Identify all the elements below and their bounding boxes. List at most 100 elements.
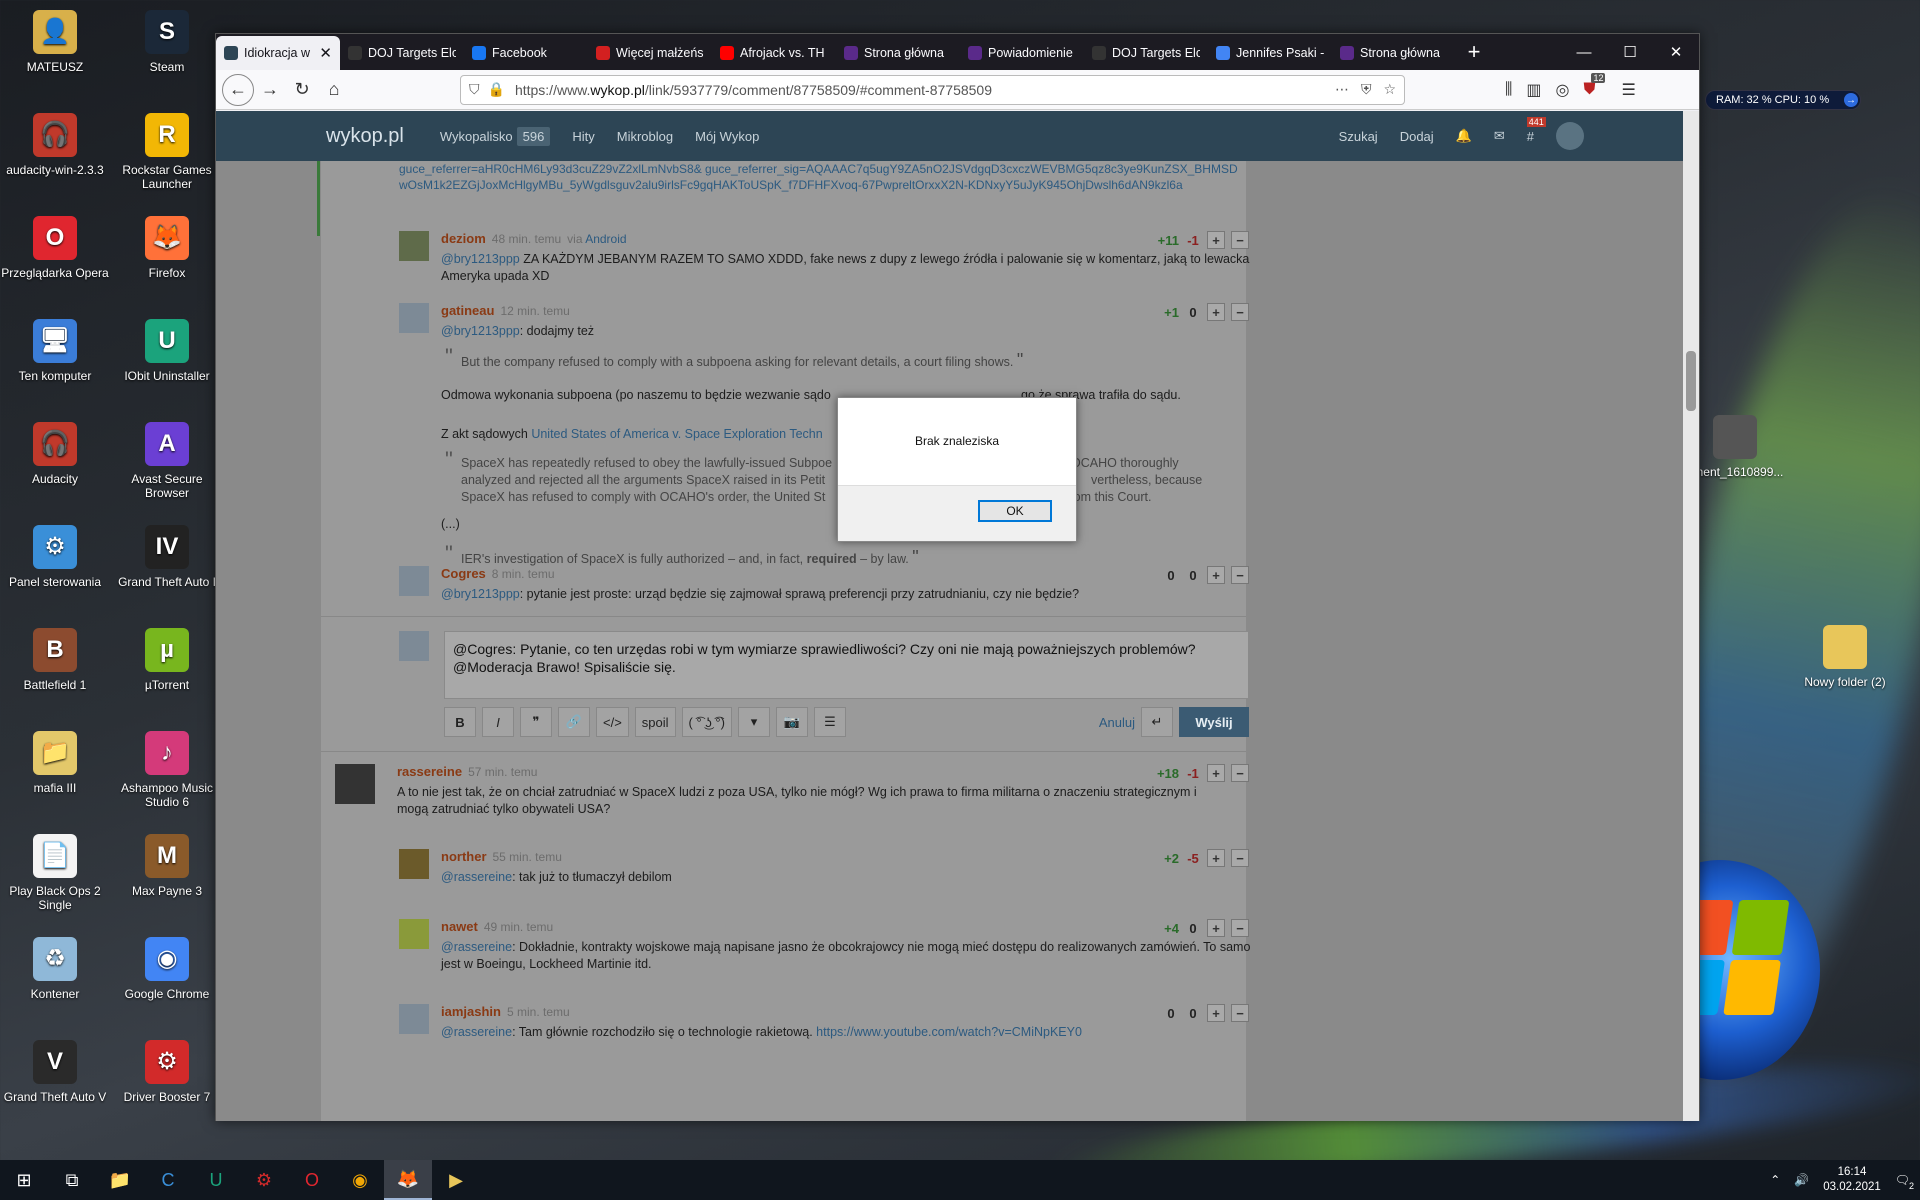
desktop-shortcut[interactable]: B Battlefield 1 (0, 628, 110, 692)
spoiler-button[interactable]: spoil (634, 707, 676, 737)
enter-icon[interactable]: ↵ (1141, 707, 1173, 737)
reload-button[interactable]: ↻ (286, 74, 318, 106)
mention-link[interactable]: @bry1213ppp (441, 252, 520, 266)
downvote-button[interactable]: − (1231, 849, 1249, 867)
downvote-button[interactable]: − (1231, 919, 1249, 937)
lock-icon[interactable]: 🔒 (488, 81, 505, 98)
bookmark-star-icon[interactable]: ☆ (1383, 81, 1396, 98)
comment-author[interactable]: norther (441, 849, 487, 864)
mail-icon[interactable]: ✉ (1494, 128, 1505, 144)
ccleaner-icon[interactable]: C (144, 1160, 192, 1200)
upvote-button[interactable]: + (1207, 303, 1225, 321)
link-button[interactable]: 🔗 (558, 707, 590, 737)
upvote-button[interactable]: + (1207, 849, 1225, 867)
desktop-shortcut[interactable]: S Steam (112, 10, 222, 74)
upvote-button[interactable]: + (1207, 919, 1225, 937)
upvote-button[interactable]: + (1207, 231, 1225, 249)
desktop-shortcut[interactable]: 🎧 audacity-win-2.3.3 (0, 113, 110, 177)
desktop-shortcut[interactable]: 📁 mafia III (0, 731, 110, 795)
tags-icon[interactable]: #441 (1526, 116, 1546, 144)
desktop-shortcut[interactable]: ♪ Ashampoo Music Studio 6 (112, 731, 222, 809)
quote-button[interactable]: ❞ (520, 707, 552, 737)
upvote-button[interactable]: + (1207, 764, 1225, 782)
url-bar[interactable]: ⛉ 🔒 https://www.wykop.pl/link/5937779/co… (460, 74, 1405, 105)
nav-hity[interactable]: Hity (572, 129, 594, 144)
desktop-shortcut[interactable]: µ µTorrent (112, 628, 222, 692)
court-case-link[interactable]: United States of America v. Space Explor… (531, 427, 822, 441)
more-actions-icon[interactable]: ⋯ (1335, 81, 1349, 98)
back-button[interactable]: ← (222, 73, 254, 106)
mention-link[interactable]: @rassereine (441, 870, 512, 884)
menu-icon[interactable]: ☰ (1621, 80, 1635, 100)
browser-tab[interactable]: Jennifes Psaki - (1208, 36, 1332, 70)
mention-link[interactable]: @rassereine (441, 1025, 512, 1039)
send-button[interactable]: Wyślij (1179, 707, 1249, 737)
downvote-button[interactable]: − (1231, 566, 1249, 584)
avatar[interactable] (399, 1004, 429, 1034)
close-tab-icon[interactable]: ✕ (319, 44, 332, 62)
close-window-button[interactable]: ✕ (1653, 34, 1699, 70)
clock[interactable]: 16:14 03.02.2021 (1823, 1165, 1881, 1195)
avatar[interactable] (399, 231, 429, 261)
downvote-button[interactable]: − (1231, 231, 1249, 249)
desktop-shortcut[interactable]: V Grand Theft Auto V (0, 1040, 110, 1104)
comment-author[interactable]: Cogres (441, 566, 486, 581)
desktop-shortcut[interactable]: 📄 Play Black Ops 2 Single (0, 834, 110, 912)
desktop-shortcut[interactable]: 👤 MATEUSZ (0, 10, 110, 74)
opera-icon[interactable]: O (288, 1160, 336, 1200)
search-link[interactable]: Szukaj (1339, 129, 1378, 144)
mention-link[interactable]: @bry1213ppp (441, 587, 520, 601)
forward-button[interactable]: → (254, 74, 286, 106)
desktop-shortcut[interactable]: 🖥 Ten komputer (0, 319, 110, 383)
browser-tab[interactable]: DOJ Targets Elo (1084, 36, 1208, 70)
shield-icon[interactable]: ⛉ (469, 81, 480, 98)
comment-author[interactable]: deziom (441, 231, 486, 246)
home-button[interactable]: ⌂ (318, 74, 350, 106)
camera-button[interactable]: 📷 (775, 707, 808, 737)
desktop-shortcut[interactable]: A Avast Secure Browser (112, 422, 222, 500)
browser-tab[interactable]: Idiokracja w ✕ (216, 36, 340, 70)
ublock-extension-icon[interactable]: ⛊ 12 (1583, 72, 1606, 99)
nav-mikroblog[interactable]: Mikroblog (617, 129, 673, 144)
desktop-shortcut[interactable]: O Przeglądarka Opera (0, 216, 110, 280)
desktop-shortcut[interactable]: ⚙ Panel sterowania (0, 525, 110, 589)
desktop-shortcut[interactable]: R Rockstar Games Launcher (112, 113, 222, 191)
lenny-face-button[interactable]: ( ͡° ͜ʖ ͡°) (681, 707, 732, 737)
upvote-button[interactable]: + (1207, 566, 1225, 584)
desktop-shortcut[interactable]: 🦊 Firefox (112, 216, 222, 280)
desktop-shortcut[interactable]: M Max Payne 3 (112, 834, 222, 898)
downvote-button[interactable]: − (1231, 1004, 1249, 1022)
browser-tab[interactable]: Afrojack vs. TH (712, 36, 836, 70)
comment-author[interactable]: rassereine (397, 764, 462, 779)
volume-icon[interactable]: 🔊 (1794, 1173, 1809, 1187)
driver-booster-icon[interactable]: ⚙ (240, 1160, 288, 1200)
notifications-icon[interactable]: 🗨 2 (1895, 1173, 1914, 1191)
system-monitor-widget[interactable]: RAM: 32 % CPU: 10 % → (1705, 90, 1861, 110)
new-tab-button[interactable]: + (1456, 39, 1492, 65)
avatar[interactable] (399, 919, 429, 949)
url-text[interactable]: https://www.wykop.pl/link/5937779/commen… (515, 82, 1335, 98)
mention-link[interactable]: @rassereine (441, 940, 512, 954)
comment-author[interactable]: nawet (441, 919, 478, 934)
bell-icon[interactable]: 🔔 (1456, 128, 1472, 144)
cancel-link[interactable]: Anuluj (1099, 715, 1135, 730)
desktop-shortcut[interactable]: 🎧 Audacity (0, 422, 110, 486)
desktop-shortcut[interactable]: Nowy folder (2) (1790, 625, 1900, 689)
avatar[interactable] (399, 566, 429, 596)
bold-button[interactable]: B (444, 707, 476, 737)
page-scrollbar[interactable] (1683, 111, 1699, 1121)
avatar[interactable] (399, 303, 429, 333)
downvote-button[interactable]: − (1231, 764, 1249, 782)
arrow-right-icon[interactable]: → (1844, 93, 1858, 107)
upvote-button[interactable]: + (1207, 1004, 1225, 1022)
media-player-icon[interactable]: ▶ (432, 1160, 480, 1200)
via-app-link[interactable]: Android (585, 232, 626, 246)
sidebar-icon[interactable]: ▥ (1526, 80, 1541, 100)
browser-tab[interactable]: Strona główna (836, 36, 960, 70)
referrer-link-text[interactable]: guce_referrer=aHR0cHM6Ly93d3cuZ29vZ2xlLm… (399, 161, 1239, 193)
maximize-button[interactable]: ☐ (1607, 34, 1653, 70)
nav-moj-wykop[interactable]: Mój Wykop (695, 129, 759, 144)
nav-wykopalisko[interactable]: Wykopalisko 596 (440, 126, 551, 146)
browser-tab[interactable]: Powiadomienie (960, 36, 1084, 70)
reply-textarea[interactable]: @Cogres: Pytanie, co ten urzędas robi w … (444, 631, 1249, 699)
